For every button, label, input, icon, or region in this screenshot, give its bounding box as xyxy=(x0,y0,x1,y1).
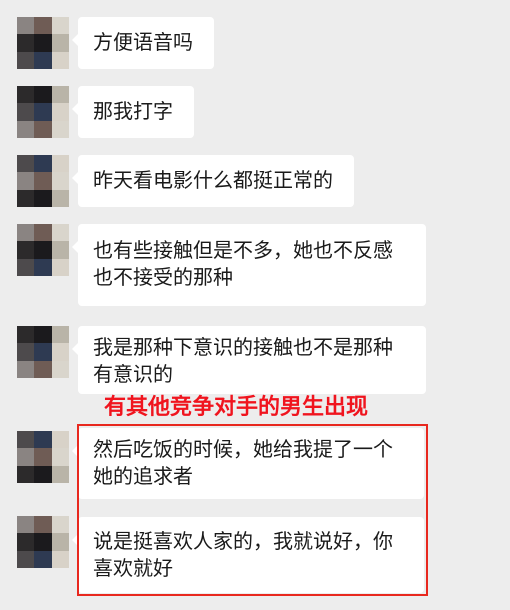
avatar-pixel xyxy=(17,550,35,568)
avatar-pixel xyxy=(34,189,52,207)
message-text: 然后吃饭的时候，她给我提了一个 xyxy=(93,437,393,461)
message-text: 有意识的 xyxy=(93,362,173,386)
avatar-pixel xyxy=(34,241,52,259)
avatar-pixel xyxy=(17,431,35,449)
avatar-pixel xyxy=(51,86,69,104)
avatar-pixel xyxy=(34,533,52,551)
avatar-pixel xyxy=(51,448,69,466)
avatar-pixel xyxy=(51,241,69,259)
avatar-pixel xyxy=(34,155,52,173)
avatar-pixel xyxy=(34,516,52,534)
message-bubble[interactable]: 我是那种下意识的接触也不是那种 有意识的 xyxy=(72,326,426,394)
avatar-pixel xyxy=(34,17,52,35)
avatar-pixel xyxy=(51,17,69,35)
avatar-pixel xyxy=(34,120,52,138)
message-text: 说是挺喜欢人家的，我就说好，你 xyxy=(93,529,393,553)
message-bubble[interactable]: 也有些接触但是不多，她也不反感 也不接受的那种 xyxy=(72,224,426,306)
avatar[interactable] xyxy=(17,17,69,69)
avatar-pixel xyxy=(34,360,52,378)
message-text: 也有些接触但是不多，她也不反感 xyxy=(93,238,393,262)
avatar-pixel xyxy=(51,516,69,534)
avatar-pixel xyxy=(51,120,69,138)
message-bubble[interactable]: 方便语音吗 xyxy=(72,17,214,69)
avatar-pixel xyxy=(34,224,52,242)
avatar-pixel xyxy=(34,258,52,276)
avatar-pixel xyxy=(34,326,52,344)
avatar-pixel xyxy=(51,51,69,69)
avatar-pixel xyxy=(51,465,69,483)
avatar-pixel xyxy=(51,533,69,551)
avatar-pixel xyxy=(51,224,69,242)
message-text: 也不接受的那种 xyxy=(93,265,233,289)
message-text: 我是那种下意识的接触也不是那种 xyxy=(93,335,393,359)
avatar-pixel xyxy=(51,34,69,52)
avatar-pixel xyxy=(34,172,52,190)
message-bubble[interactable]: 然后吃饭的时候，她给我提了一个 她的追求者 xyxy=(72,428,424,499)
message-text: 喜欢就好 xyxy=(93,556,173,580)
avatar-pixel xyxy=(17,172,35,190)
annotation-text: 有其他竞争对手的男生出现 xyxy=(104,395,369,420)
avatar-pixel xyxy=(17,51,35,69)
message-bubble[interactable]: 昨天看电影什么都挺正常的 xyxy=(72,155,354,207)
avatar-pixel xyxy=(34,550,52,568)
avatar-pixel xyxy=(51,550,69,568)
avatar-pixel xyxy=(34,431,52,449)
avatar-pixel xyxy=(34,51,52,69)
message-text: 昨天看电影什么都挺正常的 xyxy=(93,168,333,192)
avatar-pixel xyxy=(17,224,35,242)
avatar[interactable] xyxy=(17,431,69,483)
avatar-pixel xyxy=(34,465,52,483)
avatar-pixel xyxy=(34,448,52,466)
avatar[interactable] xyxy=(17,224,69,276)
avatar-pixel xyxy=(17,448,35,466)
avatar-pixel xyxy=(17,120,35,138)
avatar-pixel xyxy=(17,86,35,104)
message-bubble[interactable]: 说是挺喜欢人家的，我就说好，你 喜欢就好 xyxy=(72,517,424,593)
avatar-pixel xyxy=(51,155,69,173)
avatar-pixel xyxy=(17,189,35,207)
avatar[interactable] xyxy=(17,326,69,378)
avatar[interactable] xyxy=(17,86,69,138)
avatar-pixel xyxy=(17,17,35,35)
avatar-pixel xyxy=(17,103,35,121)
avatar[interactable] xyxy=(17,155,69,207)
avatar-pixel xyxy=(17,326,35,344)
message-text: 那我打字 xyxy=(93,99,173,123)
avatar-pixel xyxy=(17,533,35,551)
avatar-pixel xyxy=(17,34,35,52)
avatar-pixel xyxy=(17,360,35,378)
avatar-pixel xyxy=(51,431,69,449)
message-text: 方便语音吗 xyxy=(93,30,193,54)
avatar-pixel xyxy=(51,326,69,344)
avatar-pixel xyxy=(17,516,35,534)
avatar-pixel xyxy=(17,465,35,483)
avatar-pixel xyxy=(51,258,69,276)
avatar-pixel xyxy=(34,34,52,52)
avatar-pixel xyxy=(34,103,52,121)
avatar[interactable] xyxy=(17,516,69,568)
avatar-pixel xyxy=(34,343,52,361)
avatar-pixel xyxy=(17,343,35,361)
avatar-pixel xyxy=(51,360,69,378)
avatar-pixel xyxy=(51,343,69,361)
message-text: 她的追求者 xyxy=(93,464,193,488)
message-bubble[interactable]: 那我打字 xyxy=(72,86,194,138)
avatar-pixel xyxy=(17,258,35,276)
avatar-pixel xyxy=(51,172,69,190)
avatar-pixel xyxy=(51,189,69,207)
avatar-pixel xyxy=(34,86,52,104)
avatar-pixel xyxy=(17,241,35,259)
avatar-pixel xyxy=(51,103,69,121)
avatar-pixel xyxy=(17,155,35,173)
